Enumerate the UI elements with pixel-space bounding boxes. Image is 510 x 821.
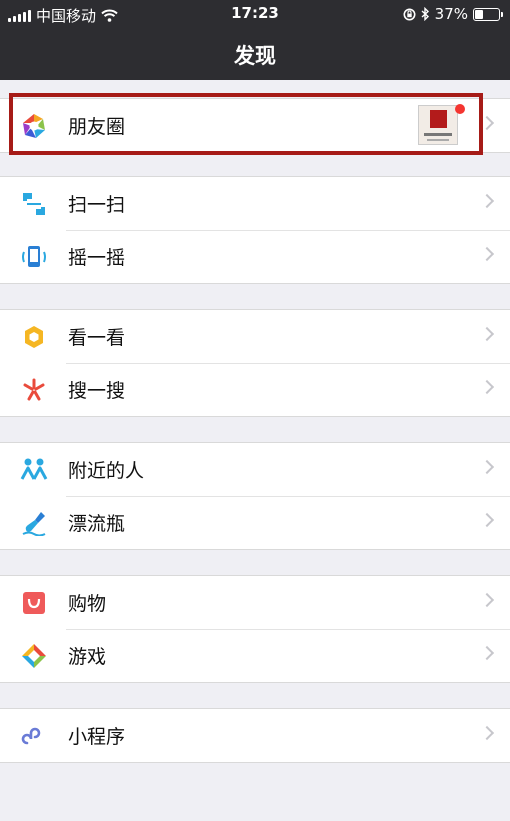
section-mini-programs: 小程序 bbox=[0, 708, 510, 763]
people-nearby-icon bbox=[20, 456, 48, 484]
menu-item-search[interactable]: 搜一搜 bbox=[0, 363, 510, 416]
chevron-right-icon bbox=[479, 115, 495, 131]
section-nearby-bottle: 附近的人 漂流瓶 bbox=[0, 442, 510, 550]
menu-item-label: 漂流瓶 bbox=[68, 513, 126, 535]
menu-item-drift-bottle[interactable]: 漂流瓶 bbox=[0, 496, 510, 549]
shopping-bag-icon bbox=[20, 589, 48, 617]
menu-item-label: 搜一搜 bbox=[68, 380, 126, 402]
moments-aperture-icon bbox=[20, 112, 48, 140]
menu-item-people-nearby[interactable]: 附近的人 bbox=[0, 443, 510, 496]
battery-percent: 37% bbox=[434, 5, 468, 23]
scan-icon bbox=[20, 190, 48, 218]
menu-item-label: 游戏 bbox=[68, 646, 107, 668]
menu-item-moments[interactable]: 朋友圈 bbox=[0, 99, 510, 152]
new-moments-dot-badge bbox=[455, 104, 465, 114]
menu-item-label: 摇一摇 bbox=[68, 247, 126, 269]
games-diamond-icon bbox=[20, 642, 48, 670]
chevron-right-icon bbox=[479, 645, 495, 661]
menu-item-shopping[interactable]: 购物 bbox=[0, 576, 510, 629]
bluetooth-icon bbox=[421, 7, 429, 21]
menu-item-label: 购物 bbox=[68, 593, 107, 615]
shake-phone-icon bbox=[20, 243, 48, 271]
menu-item-label: 扫一扫 bbox=[68, 194, 126, 216]
menu-item-top-stories[interactable]: 看一看 bbox=[0, 310, 510, 363]
section-scan-shake: 扫一扫 摇一摇 bbox=[0, 176, 510, 284]
section-moments: 朋友圈 bbox=[0, 98, 510, 153]
menu-item-shake[interactable]: 摇一摇 bbox=[0, 230, 510, 283]
search-sparkle-icon bbox=[20, 376, 48, 404]
chevron-right-icon bbox=[479, 193, 495, 209]
drift-bottle-icon bbox=[20, 509, 48, 537]
section-shopping-games: 购物 游戏 bbox=[0, 575, 510, 683]
battery-icon bbox=[473, 7, 503, 21]
rotation-lock-icon bbox=[403, 8, 416, 20]
menu-item-label: 看一看 bbox=[68, 327, 126, 349]
chevron-right-icon bbox=[479, 725, 495, 741]
menu-item-mini-programs[interactable]: 小程序 bbox=[0, 709, 510, 762]
chevron-right-icon bbox=[479, 379, 495, 395]
menu-item-games[interactable]: 游戏 bbox=[0, 629, 510, 682]
section-top-stories-search: 看一看 搜一搜 bbox=[0, 309, 510, 417]
chevron-right-icon bbox=[479, 512, 495, 528]
chevron-right-icon bbox=[479, 326, 495, 342]
top-stories-icon bbox=[20, 323, 48, 351]
status-bar: 中国移动 17:23 37% bbox=[0, 0, 510, 28]
menu-item-label: 附近的人 bbox=[68, 460, 145, 482]
chevron-right-icon bbox=[479, 592, 495, 608]
mini-programs-icon bbox=[20, 722, 48, 750]
menu-item-label: 小程序 bbox=[68, 726, 126, 748]
navigation-header: 中国移动 17:23 37% 发现 bbox=[0, 0, 510, 80]
moments-latest-post-thumbnail bbox=[418, 105, 458, 145]
chevron-right-icon bbox=[479, 246, 495, 262]
chevron-right-icon bbox=[479, 459, 495, 475]
menu-item-label: 朋友圈 bbox=[68, 116, 126, 138]
page-title: 发现 bbox=[234, 44, 276, 68]
menu-item-scan[interactable]: 扫一扫 bbox=[0, 177, 510, 230]
